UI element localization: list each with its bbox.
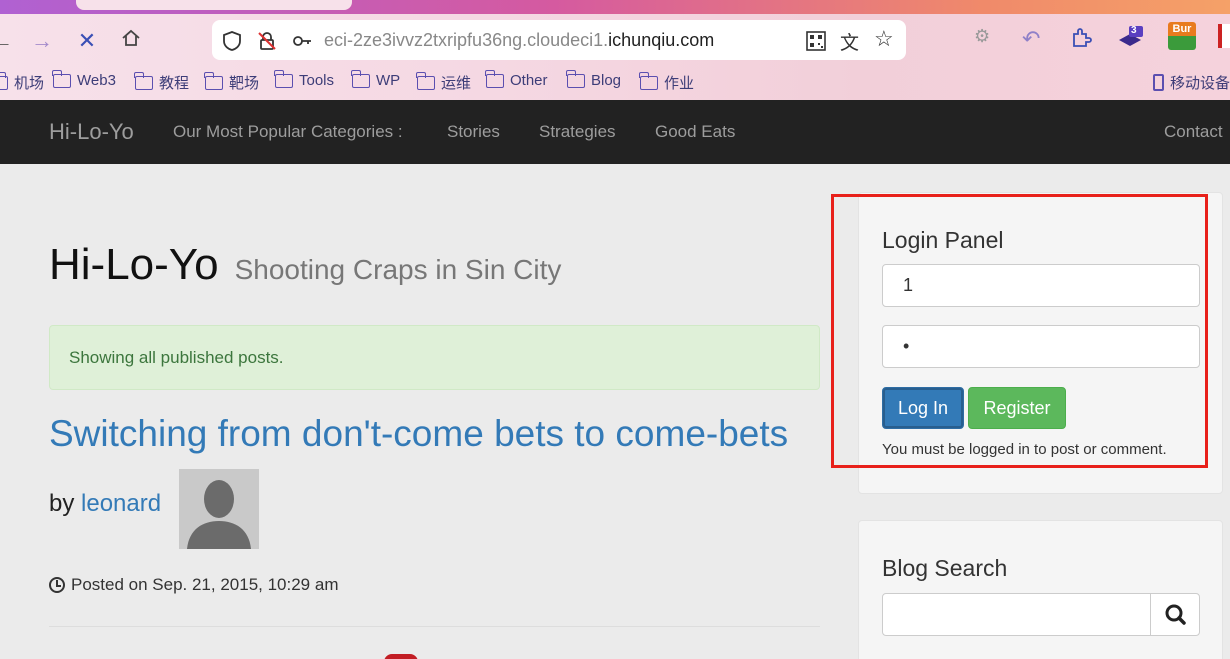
divider (49, 626, 820, 627)
folder-icon (639, 71, 658, 90)
nav-categories[interactable]: Our Most Popular Categories : (173, 122, 403, 142)
burp-extension-icon[interactable]: Bur (1168, 22, 1196, 50)
folder-icon (0, 71, 8, 90)
mobile-bookmarks[interactable]: 移动设备 (1153, 72, 1230, 93)
author-avatar (179, 469, 259, 549)
address-bar[interactable]: eci-2ze3ivvz2txripfu36ng.cloudeci1.ichun… (212, 20, 906, 60)
folder-icon (351, 69, 370, 88)
folder-icon (52, 69, 71, 88)
post-title-link[interactable]: Switching from don't-come bets to come-b… (49, 413, 788, 455)
insecure-lock-icon[interactable] (256, 30, 278, 52)
post-date: Posted on Sep. 21, 2015, 10:29 am (49, 575, 338, 595)
stop-loading-icon[interactable]: ✕ (73, 27, 101, 55)
bookmarks-bar: 机场 Web3 教程 靶场 Tools WP 运维 Other Blog 作业 … (0, 69, 1230, 96)
search-button[interactable] (1150, 593, 1200, 636)
extension-icon[interactable]: ⚙ (974, 26, 1000, 52)
bookmark-folder[interactable]: Other (485, 69, 548, 89)
bookmark-folder[interactable]: 教程 (134, 71, 189, 93)
bookmark-folder[interactable]: Blog (566, 69, 621, 89)
puzzle-icon[interactable] (1069, 26, 1095, 52)
home-icon[interactable] (117, 27, 145, 55)
extension-badge: 3 (1131, 25, 1137, 36)
bookmark-folder[interactable]: Web3 (52, 69, 116, 89)
folder-icon (416, 71, 435, 90)
post-image-partial (384, 654, 418, 659)
qr-code-icon[interactable] (805, 30, 827, 52)
undo-icon[interactable]: ↶ (1022, 26, 1048, 52)
search-icon (1165, 604, 1186, 625)
forward-arrow-icon[interactable]: → (28, 27, 56, 55)
bookmark-folder[interactable]: 机场 (0, 71, 44, 93)
stack-extension-icon[interactable]: 3 (1117, 25, 1143, 52)
navbar-brand[interactable]: Hi-Lo-Yo (49, 119, 134, 145)
burp-label: Bur (1168, 22, 1196, 36)
star-icon[interactable]: ☆ (874, 26, 896, 51)
search-panel: Blog Search (858, 520, 1223, 659)
search-input[interactable] (882, 593, 1151, 636)
search-panel-title: Blog Search (882, 555, 1008, 581)
bookmark-folder[interactable]: 运维 (416, 71, 471, 93)
bookmark-folder[interactable]: 靶场 (204, 71, 259, 93)
post-byline: by leonard (49, 490, 162, 517)
pdf-extension-icon[interactable] (1218, 24, 1230, 48)
site-navbar: Hi-Lo-Yo Our Most Popular Categories : S… (0, 100, 1230, 164)
folder-icon (566, 69, 585, 88)
url-text[interactable]: eci-2ze3ivvz2txripfu36ng.cloudeci1.ichun… (324, 30, 714, 51)
user-silhouette-icon (179, 469, 259, 549)
folder-icon (204, 71, 223, 90)
nav-contact[interactable]: Contact (1164, 122, 1223, 142)
back-arrow-icon[interactable]: ← (0, 27, 16, 55)
active-tab[interactable] (76, 0, 352, 10)
bookmark-folder[interactable]: 作业 (639, 71, 694, 93)
translate-icon[interactable]: 文 (840, 28, 862, 54)
mobile-device-icon (1153, 74, 1164, 91)
shield-icon[interactable] (221, 30, 243, 52)
clock-icon (49, 577, 65, 593)
highlight-box (831, 194, 1208, 468)
nav-stories[interactable]: Stories (447, 122, 500, 142)
folder-icon (485, 69, 504, 88)
bookmark-folder[interactable]: Tools (274, 69, 334, 89)
folder-icon (274, 69, 293, 88)
bookmark-folder[interactable]: WP (351, 69, 400, 89)
key-icon[interactable] (291, 30, 313, 52)
page-title: Hi-Lo-Yo Shooting Craps in Sin City (49, 240, 562, 289)
page-subtitle: Shooting Craps in Sin City (234, 254, 562, 285)
browser-chrome: ← → ✕ eci-2ze3ivvz2txripfu36ng.cloudeci1… (0, 0, 1230, 100)
nav-strategies[interactable]: Strategies (539, 122, 616, 142)
author-link[interactable]: leonard (81, 490, 161, 517)
folder-icon (134, 71, 153, 90)
status-alert: Showing all published posts. (49, 325, 820, 390)
nav-good-eats[interactable]: Good Eats (655, 122, 735, 142)
